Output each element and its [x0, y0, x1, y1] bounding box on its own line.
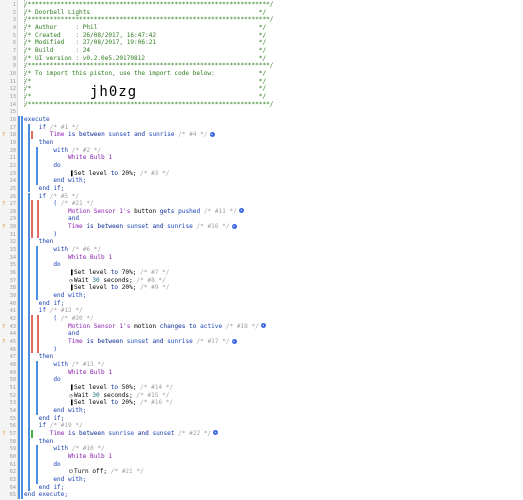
if-block-bar — [28, 422, 30, 492]
pin-icon[interactable]: • — [231, 338, 237, 344]
pin-icon[interactable]: • — [238, 208, 244, 214]
if-block-bar — [28, 123, 30, 193]
with-block-bar — [36, 361, 38, 415]
condition-bar — [31, 429, 33, 438]
with-block-bar — [36, 246, 38, 300]
piston-editor: jh0zg 1/********************************… — [0, 0, 523, 500]
condition-bar — [37, 200, 39, 239]
pin-icon[interactable]: • — [231, 223, 237, 229]
condition-bar — [31, 200, 33, 239]
if-block-bar — [28, 307, 30, 423]
with-block-bar — [36, 146, 38, 185]
if-block-bar — [28, 192, 30, 308]
pin-icon[interactable]: • — [260, 323, 266, 329]
execute-block-bar — [18, 115, 20, 499]
line-number: 65 — [9, 492, 16, 499]
pin-icon[interactable]: • — [209, 131, 215, 137]
execute-block-bar — [21, 115, 23, 499]
condition-bar — [37, 315, 39, 354]
pin-icon[interactable]: • — [213, 430, 219, 436]
code-line[interactable]: 65 end execute; — [0, 491, 523, 499]
condition-bar — [31, 315, 33, 354]
with-block-bar — [36, 445, 38, 484]
condition-bar — [31, 131, 33, 139]
code-text: end execute; — [24, 491, 69, 499]
